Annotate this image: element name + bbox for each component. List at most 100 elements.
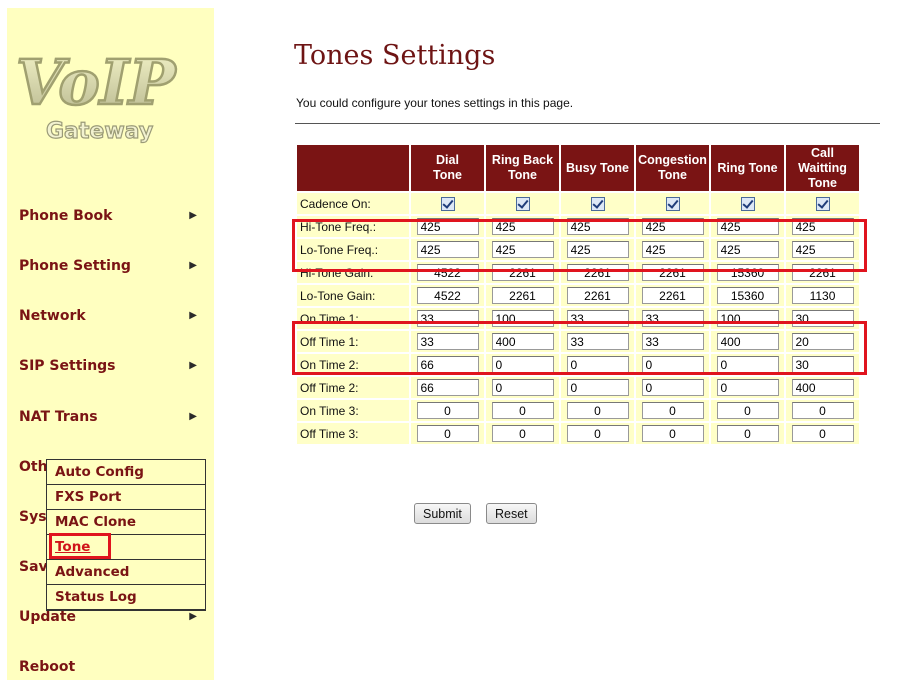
page-title: Tones Settings bbox=[294, 40, 496, 71]
tone-value-input[interactable] bbox=[566, 218, 629, 235]
table-cell bbox=[561, 193, 634, 214]
tone-value-input[interactable] bbox=[641, 241, 704, 258]
tone-value-input[interactable] bbox=[791, 310, 854, 327]
tone-value-input[interactable] bbox=[566, 310, 629, 327]
tone-value-input[interactable] bbox=[416, 425, 479, 442]
table-cell bbox=[486, 262, 559, 283]
table-cell bbox=[711, 354, 784, 375]
tone-value-input[interactable] bbox=[716, 379, 779, 396]
tone-value-input[interactable] bbox=[641, 379, 704, 396]
divider bbox=[295, 123, 880, 124]
svg-text:Gateway: Gateway bbox=[46, 119, 153, 144]
reset-button[interactable]: Reset bbox=[486, 503, 537, 524]
table-cell bbox=[786, 331, 859, 352]
nav-item-reboot[interactable]: Reboot bbox=[19, 654, 199, 680]
tone-value-input[interactable] bbox=[791, 241, 854, 258]
tone-value-input[interactable] bbox=[491, 218, 554, 235]
tone-value-input[interactable] bbox=[716, 264, 779, 281]
table-cell bbox=[636, 308, 709, 329]
tone-value-input[interactable] bbox=[491, 310, 554, 327]
tone-value-input[interactable] bbox=[491, 425, 554, 442]
tone-value-input[interactable] bbox=[566, 287, 629, 304]
submenu-item-advanced[interactable]: Advanced bbox=[47, 560, 205, 585]
tone-value-input[interactable] bbox=[716, 218, 779, 235]
table-cell bbox=[486, 285, 559, 306]
table-cell bbox=[786, 308, 859, 329]
tone-value-input[interactable] bbox=[416, 264, 479, 281]
tone-value-input[interactable] bbox=[416, 287, 479, 304]
tone-value-input[interactable] bbox=[566, 379, 629, 396]
tone-value-input[interactable] bbox=[566, 264, 629, 281]
tone-value-input[interactable] bbox=[491, 264, 554, 281]
tone-value-input[interactable] bbox=[791, 287, 854, 304]
tone-value-input[interactable] bbox=[416, 218, 479, 235]
tone-value-input[interactable] bbox=[491, 241, 554, 258]
tone-value-input[interactable] bbox=[791, 425, 854, 442]
nav-item-phone-book[interactable]: Phone Book ▶ bbox=[19, 203, 199, 229]
nav-item-label: Network bbox=[19, 308, 86, 324]
tone-value-input[interactable] bbox=[416, 402, 479, 419]
tone-value-input[interactable] bbox=[641, 356, 704, 373]
tone-value-input[interactable] bbox=[791, 333, 854, 350]
tone-value-input[interactable] bbox=[791, 264, 854, 281]
tone-value-input[interactable] bbox=[716, 310, 779, 327]
tone-value-input[interactable] bbox=[566, 402, 629, 419]
tone-value-input[interactable] bbox=[641, 264, 704, 281]
tone-value-input[interactable] bbox=[491, 287, 554, 304]
tone-value-input[interactable] bbox=[416, 310, 479, 327]
nav-item-label: Sav bbox=[19, 559, 48, 575]
nav-item-nat-trans[interactable]: NAT Trans ▶ bbox=[19, 404, 199, 430]
tone-value-input[interactable] bbox=[491, 356, 554, 373]
tone-value-input[interactable] bbox=[641, 425, 704, 442]
table-cell bbox=[636, 331, 709, 352]
table-cell bbox=[786, 239, 859, 260]
table-cell bbox=[636, 193, 709, 214]
tone-value-input[interactable] bbox=[641, 402, 704, 419]
tone-value-input[interactable] bbox=[566, 333, 629, 350]
tone-value-input[interactable] bbox=[416, 333, 479, 350]
tone-value-input[interactable] bbox=[641, 310, 704, 327]
tone-value-input[interactable] bbox=[641, 287, 704, 304]
tone-value-input[interactable] bbox=[716, 402, 779, 419]
tone-value-input[interactable] bbox=[791, 402, 854, 419]
submit-button[interactable]: Submit bbox=[414, 503, 471, 524]
tone-value-input[interactable] bbox=[791, 356, 854, 373]
submenu-item-mac-clone[interactable]: MAC Clone bbox=[47, 510, 205, 535]
tone-value-input[interactable] bbox=[716, 241, 779, 258]
cadence-checkbox[interactable] bbox=[440, 196, 455, 211]
submenu-item-auto-config[interactable]: Auto Config bbox=[47, 460, 205, 485]
nav-item-phone-setting[interactable]: Phone Setting ▶ bbox=[19, 253, 199, 279]
tone-value-input[interactable] bbox=[716, 333, 779, 350]
tone-value-input[interactable] bbox=[416, 241, 479, 258]
tone-value-input[interactable] bbox=[566, 425, 629, 442]
table-cell bbox=[561, 308, 634, 329]
tone-value-input[interactable] bbox=[416, 379, 479, 396]
cadence-checkbox[interactable] bbox=[740, 196, 755, 211]
tone-value-input[interactable] bbox=[791, 218, 854, 235]
nav-item-sip-settings[interactable]: SIP Settings ▶ bbox=[19, 353, 199, 379]
cadence-checkbox[interactable] bbox=[515, 196, 530, 211]
table-cell bbox=[411, 262, 484, 283]
tone-value-input[interactable] bbox=[566, 241, 629, 258]
cadence-checkbox[interactable] bbox=[815, 196, 830, 211]
tone-value-input[interactable] bbox=[566, 356, 629, 373]
tone-value-input[interactable] bbox=[716, 425, 779, 442]
submenu-item-tone[interactable]: Tone bbox=[47, 535, 205, 560]
submenu-item-fxs-port[interactable]: FXS Port bbox=[47, 485, 205, 510]
tone-value-input[interactable] bbox=[491, 333, 554, 350]
tone-value-input[interactable] bbox=[491, 402, 554, 419]
chevron-right-icon: ▶ bbox=[189, 360, 197, 371]
cadence-checkbox[interactable] bbox=[590, 196, 605, 211]
tone-value-input[interactable] bbox=[416, 356, 479, 373]
cadence-checkbox[interactable] bbox=[665, 196, 680, 211]
tone-value-input[interactable] bbox=[641, 218, 704, 235]
tone-value-input[interactable] bbox=[791, 379, 854, 396]
submenu-item-status-log[interactable]: Status Log bbox=[47, 585, 205, 610]
tone-value-input[interactable] bbox=[491, 379, 554, 396]
tone-value-input[interactable] bbox=[716, 356, 779, 373]
table-cell bbox=[636, 239, 709, 260]
tone-value-input[interactable] bbox=[716, 287, 779, 304]
table-cell bbox=[636, 285, 709, 306]
tone-value-input[interactable] bbox=[641, 333, 704, 350]
nav-item-network[interactable]: Network ▶ bbox=[19, 303, 199, 329]
